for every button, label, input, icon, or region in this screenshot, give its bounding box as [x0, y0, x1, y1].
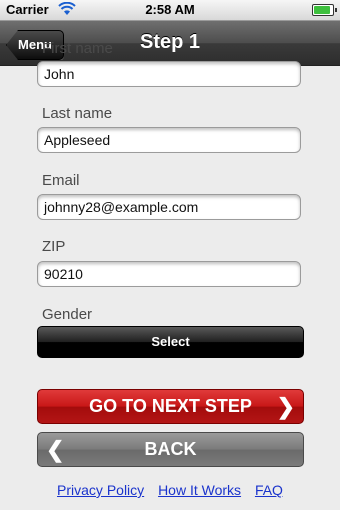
email-field[interactable]: johnny28@example.com	[37, 194, 301, 220]
battery-fill	[314, 6, 330, 14]
last-name-field[interactable]: Appleseed	[37, 127, 301, 153]
how-it-works-link[interactable]: How It Works	[158, 482, 241, 498]
chevron-left-icon: ❮	[46, 437, 65, 462]
first-name-label: First name	[42, 40, 113, 57]
chevron-right-icon: ❯	[276, 394, 295, 419]
zip-field[interactable]: 90210	[37, 261, 301, 287]
first-name-field[interactable]: John	[37, 61, 301, 87]
clock: 2:58 AM	[145, 2, 195, 17]
last-name-label: Last name	[42, 105, 113, 122]
footer-links: Privacy Policy How It Works FAQ	[0, 482, 340, 498]
zip-label: ZIP	[42, 238, 66, 255]
back-button[interactable]: ❮ BACK	[37, 432, 304, 467]
back-label: BACK	[144, 439, 197, 459]
next-step-button[interactable]: GO TO NEXT STEP ❯	[37, 389, 304, 424]
status-bar: Carrier 2:58 AM	[0, 0, 340, 21]
privacy-policy-link[interactable]: Privacy Policy	[57, 482, 144, 498]
email-label: Email	[42, 172, 80, 189]
gender-label: Gender	[42, 306, 93, 323]
battery-icon	[312, 4, 337, 16]
gender-select-button[interactable]: Select	[37, 326, 304, 358]
faq-link[interactable]: FAQ	[255, 482, 283, 498]
next-step-label: GO TO NEXT STEP	[89, 396, 252, 416]
